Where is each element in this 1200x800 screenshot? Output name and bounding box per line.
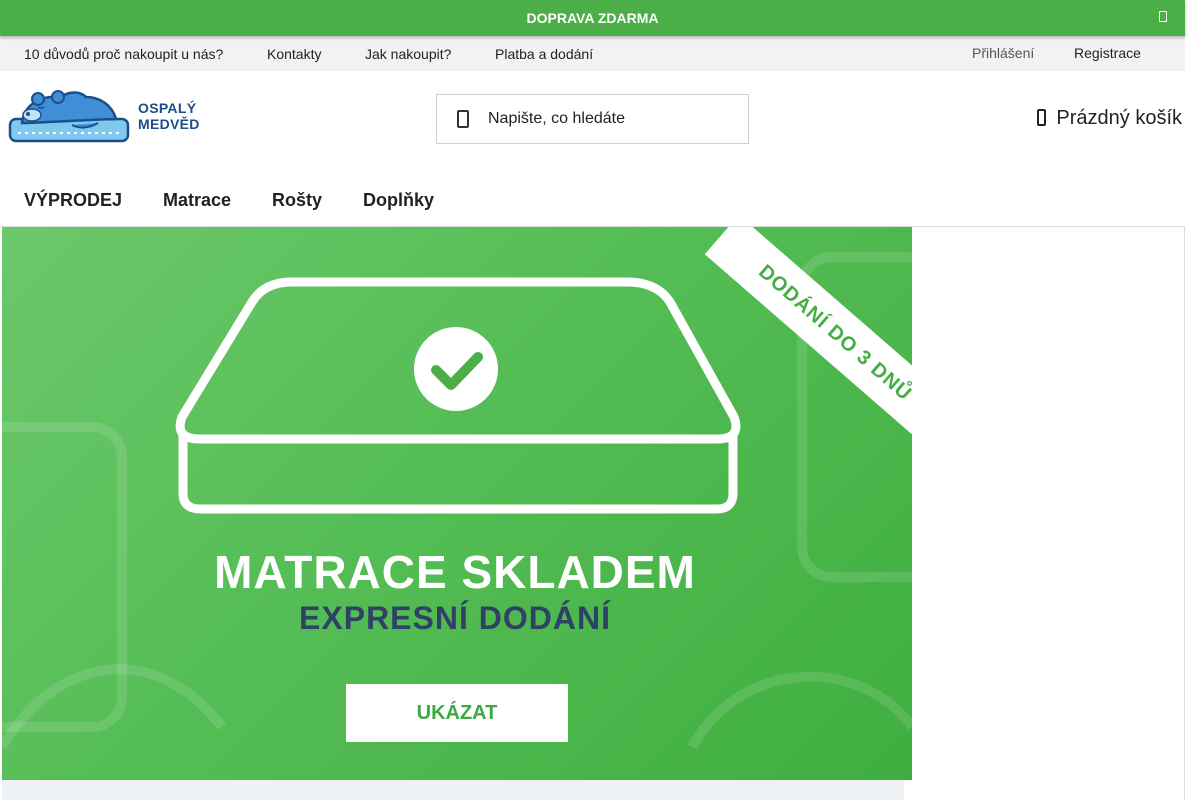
banner-title: MATRACE SKLADEM [214,546,696,598]
main-nav: VÝPRODEJ Matrace Rošty Doplňky [0,171,1185,227]
logo-text-line2: MEDVĚD [138,116,200,132]
content-divider [1184,227,1185,800]
logo[interactable]: OSPALÝ MEDVĚD [8,89,208,145]
header: OSPALÝ MEDVĚD Prázdný košík [0,71,1185,171]
login-link[interactable]: Přihlášení [972,45,1034,61]
search-input[interactable] [488,95,738,143]
nav-item-slatted-bases[interactable]: Rošty [272,190,322,211]
bear-logo-icon [8,90,130,143]
register-link[interactable]: Registrace [1074,45,1141,61]
nav-item-mattresses[interactable]: Matrace [163,190,231,211]
cart-icon [1037,109,1047,126]
search-icon[interactable] [457,110,469,128]
link-payment-delivery[interactable]: Platba a dodání [495,46,593,62]
banner-subtitle: EXPRESNÍ DODÁNÍ [299,600,611,636]
checkmark-icon [414,327,498,411]
link-contacts[interactable]: Kontakty [267,46,321,62]
link-how-to-buy[interactable]: Jak nakoupit? [365,46,451,62]
logo-text-line1: OSPALÝ [138,100,197,116]
close-icon[interactable] [1159,11,1167,22]
top-links-bar: 10 důvodů proč nakoupit u nás? Kontakty … [0,36,1185,71]
cart-label: Prázdný košík [1056,107,1182,129]
next-section-strip [2,780,904,800]
cart-button[interactable]: Prázdný košík [1037,107,1182,130]
show-button[interactable]: UKÁZAT [346,684,568,742]
nav-item-sale[interactable]: VÝPRODEJ [24,190,122,211]
nav-item-accessories[interactable]: Doplňky [363,190,434,211]
promo-text: DOPRAVA ZDARMA [526,10,659,26]
link-reasons[interactable]: 10 důvodů proč nakoupit u nás? [24,46,223,62]
promo-bar: DOPRAVA ZDARMA [0,0,1185,36]
search-box [436,94,749,144]
